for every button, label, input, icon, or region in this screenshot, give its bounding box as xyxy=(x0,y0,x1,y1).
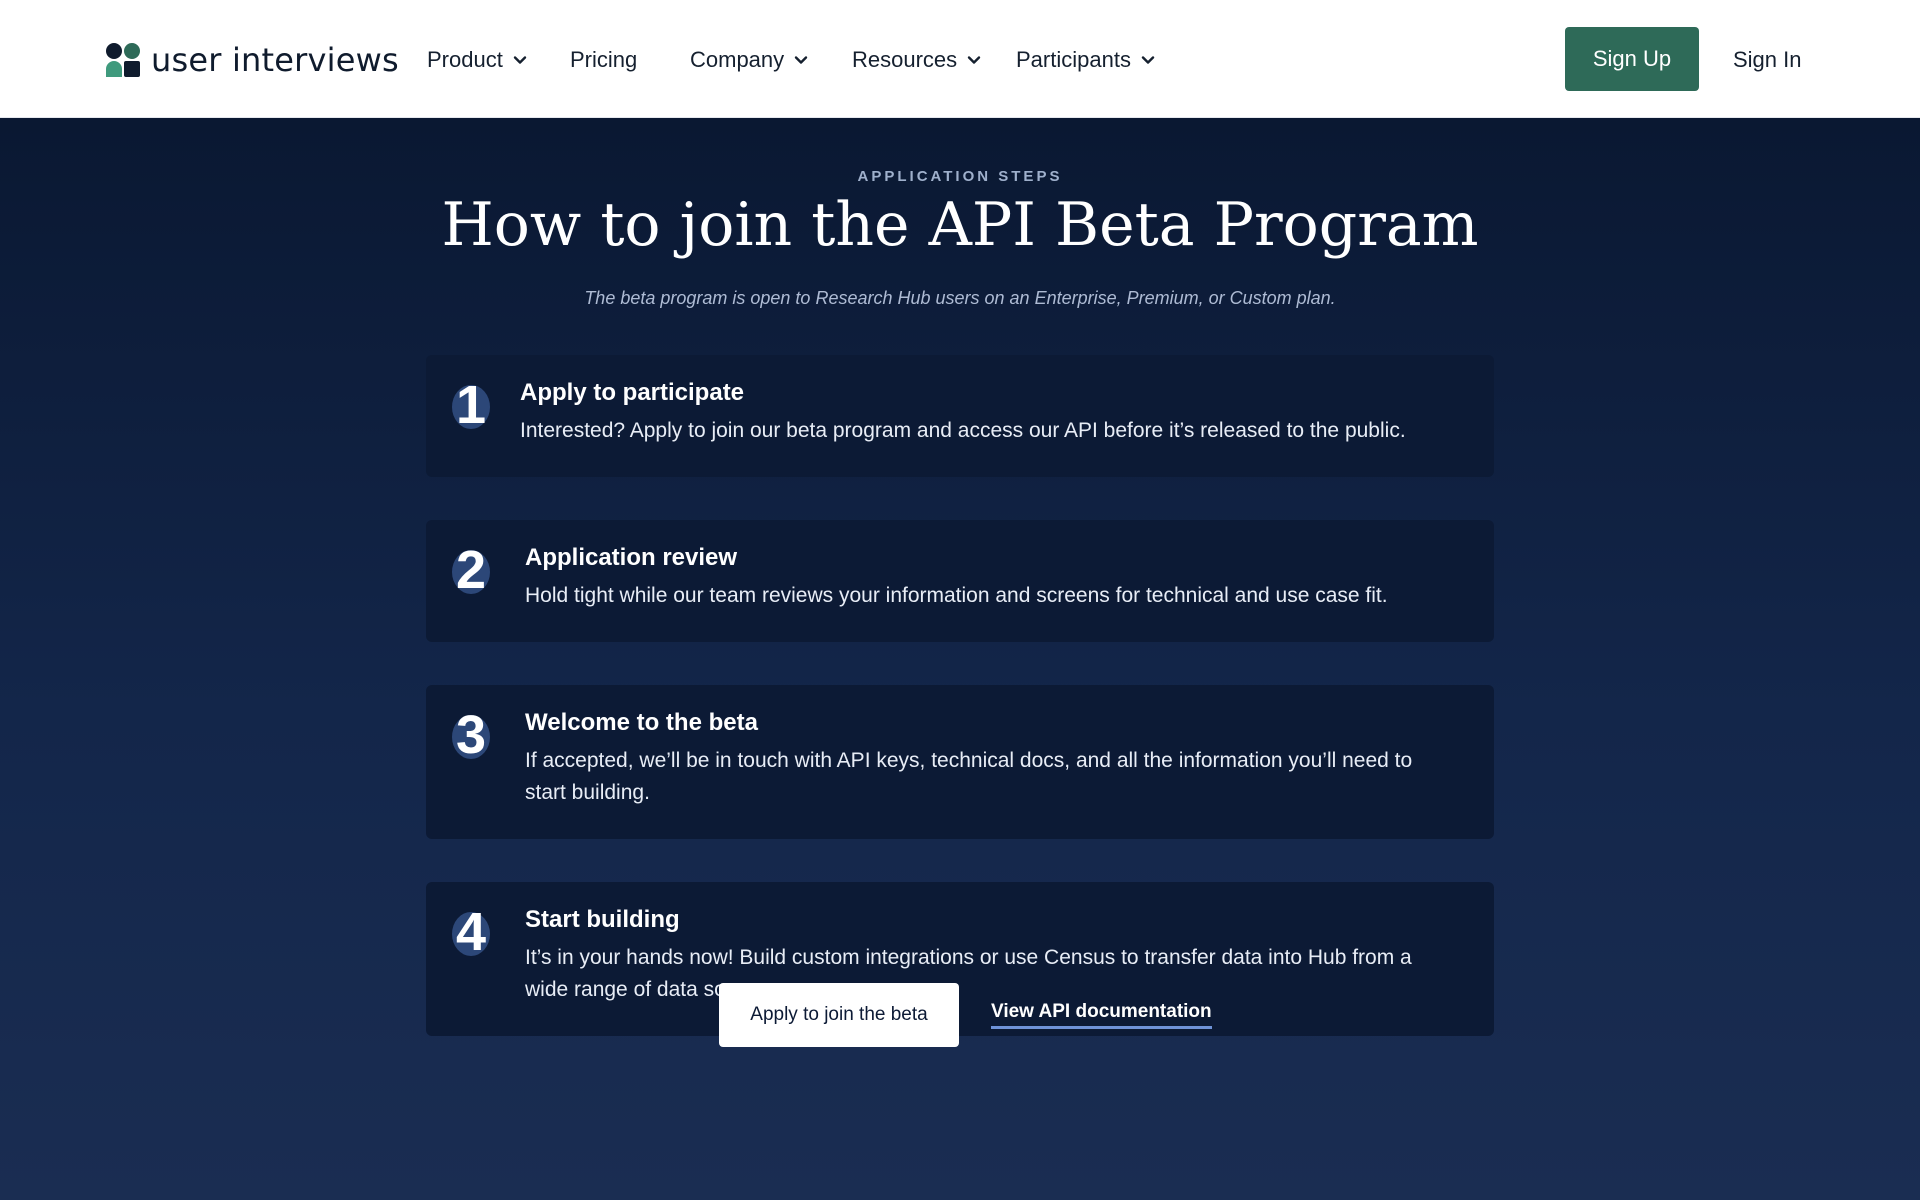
chevron-down-icon xyxy=(967,56,981,64)
step-number-badge: 4 xyxy=(446,904,496,960)
nav-item-label: Participants xyxy=(1016,47,1131,72)
nav-item-label: Company xyxy=(690,47,785,72)
view-api-documentation-link[interactable]: View API documentation xyxy=(991,1001,1212,1029)
step-title: Welcome to the beta xyxy=(525,709,758,736)
step-card-3: 3 Welcome to the beta If accepted, we’ll… xyxy=(426,685,1494,839)
nav-item-label: Product xyxy=(427,47,503,72)
nav-item-product[interactable]: Product xyxy=(427,44,528,76)
step-description: Interested? Apply to join our beta progr… xyxy=(520,419,1406,442)
step-description: Hold tight while our team reviews your i… xyxy=(525,584,1388,607)
step-card-1: 1 Apply to participate Interested? Apply… xyxy=(426,355,1494,477)
sign-in-link[interactable]: Sign In xyxy=(1733,44,1802,76)
step-number-badge: 2 xyxy=(446,542,496,598)
brand-logo[interactable]: user interviews xyxy=(105,40,399,80)
step-number-badge: 1 xyxy=(446,377,496,433)
section-subtitle: The beta program is open to Research Hub… xyxy=(584,288,1336,308)
chevron-down-icon xyxy=(794,56,808,64)
step-description: It’s in your hands now! Build custom int… xyxy=(525,946,1412,1001)
nav-item-resources[interactable]: Resources xyxy=(852,44,982,76)
apply-to-beta-button[interactable]: Apply to join the beta xyxy=(719,983,959,1047)
step-number-badge: 3 xyxy=(446,707,496,763)
step-title: Apply to participate xyxy=(520,379,745,406)
nav-item-company[interactable]: Company xyxy=(690,44,809,76)
nav-item-label: Pricing xyxy=(570,47,638,72)
step-title: Start building xyxy=(525,906,680,933)
sign-up-button[interactable]: Sign Up xyxy=(1565,27,1699,91)
nav-item-pricing[interactable]: Pricing xyxy=(570,44,637,76)
nav-item-participants[interactable]: Participants xyxy=(1016,44,1156,76)
brand-name: user interviews xyxy=(151,41,399,79)
page-title: How to join the API Beta Program xyxy=(441,190,1479,260)
user-interviews-logo-icon xyxy=(106,43,140,77)
step-title: Application review xyxy=(525,544,738,571)
step-card-2: 2 Application review Hold tight while ou… xyxy=(426,520,1494,642)
chevron-down-icon xyxy=(1141,56,1155,64)
nav-item-label: Resources xyxy=(852,47,958,72)
section-eyebrow: APPLICATION STEPS xyxy=(857,168,1063,185)
step-number: 4 xyxy=(455,902,487,962)
chevron-down-icon xyxy=(513,56,527,64)
step-number: 1 xyxy=(455,375,487,435)
step-number: 3 xyxy=(455,705,487,765)
step-number: 2 xyxy=(455,540,487,600)
api-beta-steps-section: APPLICATION STEPS How to join the API Be… xyxy=(0,118,1920,1200)
step-description: If accepted, we’ll be in touch with API … xyxy=(525,749,1413,804)
step-card-4: 4 Start building It’s in your hands now!… xyxy=(426,882,1494,1036)
top-navigation-bar: user interviews Product Pricing Company … xyxy=(0,0,1920,118)
